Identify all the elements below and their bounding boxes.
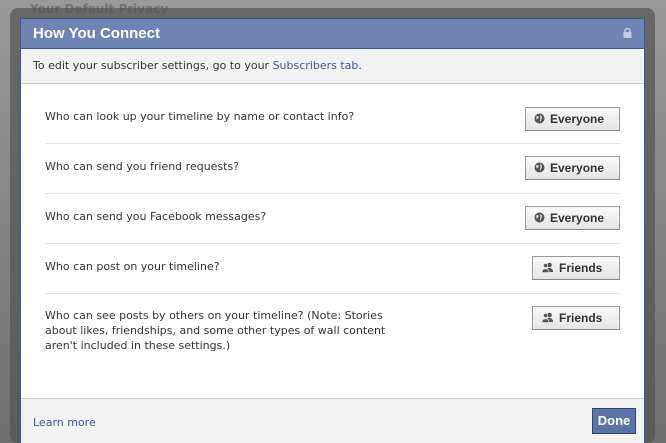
globe-icon — [534, 162, 545, 173]
globe-icon — [534, 113, 545, 124]
audience-dropdown-timeline-posts[interactable]: Friends — [532, 256, 620, 280]
settings-list: Who can look up your timeline by name or… — [21, 84, 644, 378]
audience-value: Friends — [559, 311, 603, 325]
subscribers-tab-link[interactable]: Subscribers tab — [273, 59, 359, 72]
audience-dropdown-lookup[interactable]: Everyone — [525, 107, 620, 131]
setting-row-lookup: Who can look up your timeline by name or… — [45, 94, 620, 144]
setting-row-timeline-posts: Who can post on your timeline? Friends — [45, 244, 620, 294]
audience-value: Everyone — [550, 161, 605, 175]
setting-row-friend-requests: Who can send you friend requests? Everyo… — [45, 144, 620, 194]
chevron-down-icon — [610, 318, 611, 319]
done-button[interactable]: Done — [592, 408, 636, 434]
dialog-footer: Learn more Done — [21, 398, 644, 443]
setting-question: Who can post on your timeline? — [45, 260, 220, 273]
setting-question: Who can look up your timeline by name or… — [45, 110, 355, 123]
info-bar: To edit your subscriber settings, go to … — [21, 49, 644, 84]
audience-value: Everyone — [550, 112, 605, 126]
info-suffix: . — [358, 59, 362, 72]
setting-row-messages: Who can send you Facebook messages? Ever… — [45, 194, 620, 244]
dialog-header: How You Connect — [21, 19, 644, 49]
audience-value: Friends — [559, 261, 603, 275]
setting-question: Who can send you Facebook messages? — [45, 210, 267, 223]
friends-icon — [541, 262, 554, 273]
friends-icon — [541, 312, 554, 323]
globe-icon — [534, 212, 545, 223]
setting-question: Who can send you friend requests? — [45, 160, 240, 173]
info-text: To edit your subscriber settings, go to … — [33, 59, 273, 72]
dialog-frame: How You Connect To edit your subscriber … — [10, 8, 655, 443]
setting-question: Who can see posts by others on your time… — [45, 309, 386, 352]
audience-dropdown-friend-requests[interactable]: Everyone — [525, 156, 620, 180]
audience-value: Everyone — [550, 211, 605, 225]
chevron-down-icon — [610, 268, 611, 269]
how-you-connect-dialog: How You Connect To edit your subscriber … — [20, 18, 645, 443]
audience-dropdown-messages[interactable]: Everyone — [525, 206, 620, 230]
learn-more-link[interactable]: Learn more — [33, 416, 96, 429]
setting-row-others-posts: Who can see posts by others on your time… — [45, 294, 620, 378]
audience-dropdown-others-posts[interactable]: Friends — [532, 306, 620, 330]
lock-icon — [623, 28, 632, 38]
dialog-title: How You Connect — [33, 25, 160, 42]
